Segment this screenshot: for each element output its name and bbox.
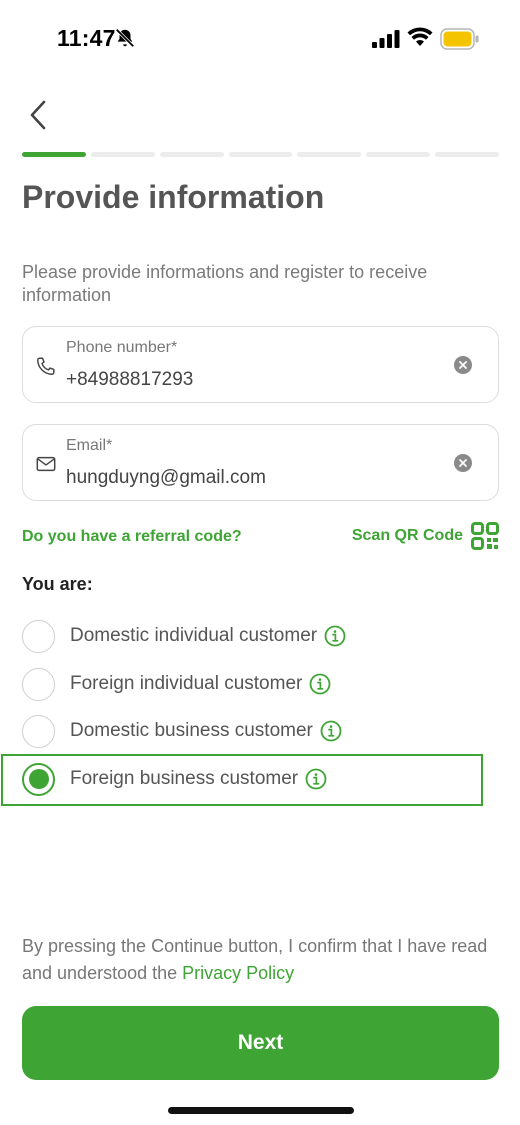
clear-email-icon[interactable] [454, 454, 472, 472]
option-label: Domestic individual customer [70, 625, 318, 646]
status-time: 11:47 [57, 25, 116, 51]
mail-icon [36, 456, 56, 472]
progress-step [435, 152, 500, 157]
back-button[interactable] [24, 98, 54, 132]
email-input[interactable] [66, 467, 436, 489]
info-icon[interactable] [320, 720, 342, 742]
referral-code-link[interactable]: Do you have a referral code? [22, 528, 242, 546]
page-title: Provide information [22, 179, 325, 215]
progress-step [22, 152, 86, 157]
page-subtitle: Please provide informations and register… [22, 262, 428, 305]
status-bar: 11:47 [0, 0, 520, 76]
wifi-icon [407, 27, 433, 46]
consent-text: By pressing the Continue button, I confi… [22, 933, 502, 987]
email-field-label: Email* [66, 437, 113, 454]
option-foreign-business[interactable]: Foreign business customer [22, 762, 327, 796]
radio-button-selected[interactable] [22, 762, 55, 796]
next-button[interactable]: Next [22, 1006, 499, 1080]
progress-step [159, 152, 224, 157]
option-label: Foreign business customer [70, 768, 299, 789]
info-icon[interactable] [305, 768, 327, 790]
progress-step [228, 152, 293, 157]
step-progress-bar [22, 152, 500, 158]
radio-button[interactable] [22, 619, 55, 653]
option-label: Foreign individual customer [70, 673, 303, 694]
phone-input[interactable] [66, 369, 436, 391]
home-indicator [168, 1107, 354, 1114]
signal-icon [372, 30, 400, 48]
option-domestic-business[interactable]: Domestic business customer [22, 714, 342, 748]
progress-step [90, 152, 155, 157]
customer-type-label: You are: [22, 574, 93, 594]
bell-off-icon [115, 28, 135, 48]
qr-code-icon [471, 522, 499, 550]
radio-button[interactable] [22, 667, 55, 701]
radio-button[interactable] [22, 714, 55, 748]
clear-phone-icon[interactable] [454, 356, 472, 374]
scan-qr-label: Scan QR Code [351, 527, 463, 544]
phone-field-label: Phone number* [66, 339, 178, 356]
battery-icon [440, 28, 479, 50]
phone-icon [37, 357, 55, 375]
phone-field[interactable]: Phone number* [22, 326, 499, 403]
option-label: Domestic business customer [70, 720, 313, 741]
info-icon[interactable] [324, 625, 346, 647]
progress-step [366, 152, 431, 157]
privacy-policy-link[interactable]: Privacy Policy [182, 963, 294, 983]
email-field[interactable]: Email* [22, 424, 499, 501]
scan-qr-button[interactable]: Scan QR Code [352, 522, 499, 550]
option-domestic-individual[interactable]: Domestic individual customer [22, 619, 346, 653]
option-foreign-individual[interactable]: Foreign individual customer [22, 667, 331, 701]
progress-step [297, 152, 362, 157]
info-icon[interactable] [309, 673, 331, 695]
